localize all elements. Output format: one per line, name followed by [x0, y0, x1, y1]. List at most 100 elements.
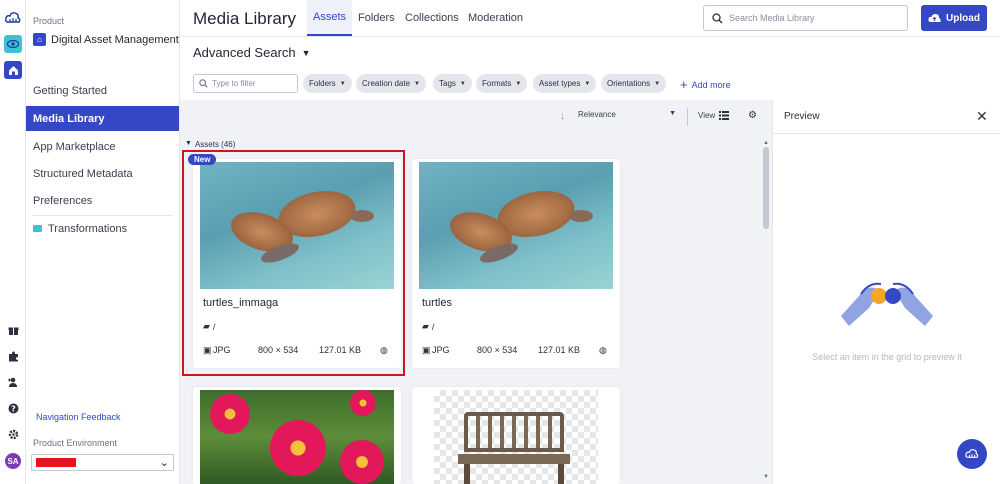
product-environment-select[interactable]: ⌄: [31, 454, 174, 471]
caret-down-icon: ▼: [654, 80, 661, 87]
chip-label: Formats: [482, 79, 512, 88]
view-toggle[interactable]: View: [698, 111, 730, 120]
page-title: Media Library: [193, 9, 296, 28]
search-input[interactable]: Search Media Library: [703, 5, 908, 31]
cloud-upload-icon: [928, 13, 941, 22]
chip-label: Orientations: [607, 79, 651, 88]
scroll-down-icon[interactable]: ▼: [763, 474, 769, 480]
help-chat-button[interactable]: [957, 439, 987, 469]
cloud-logo-icon[interactable]: [4, 9, 22, 27]
asset-card[interactable]: [193, 387, 401, 484]
product-label: Product: [33, 16, 65, 26]
advanced-search-toggle[interactable]: Advanced Search ▼: [193, 45, 311, 60]
asset-meta: ▣ JPG 800 × 534 127.01 KB ◍: [422, 345, 612, 357]
selection-highlight: [182, 150, 405, 376]
chip-label: Creation date: [362, 79, 411, 88]
sidebar-item-preferences[interactable]: Preferences: [26, 188, 179, 213]
side-nav: Product ⌂ Digital Asset Management Getti…: [26, 0, 180, 484]
tab-assets[interactable]: Assets: [307, 0, 353, 36]
scroll-up-icon[interactable]: ▲: [763, 140, 769, 146]
add-more-filters-button[interactable]: + Add more: [680, 77, 731, 92]
search-placeholder: Search Media Library: [729, 13, 815, 23]
add-more-label: Add more: [691, 79, 731, 90]
home-icon: ⌂: [33, 33, 46, 46]
eye-icon[interactable]: [4, 35, 22, 53]
sidebar-item-structured-metadata[interactable]: Structured Metadata: [26, 161, 179, 186]
chip-label: Tags: [439, 79, 456, 88]
asset-format: JPG: [432, 345, 450, 355]
sort-direction-icon[interactable]: ↓: [560, 111, 565, 122]
caret-down-icon: ▼: [185, 140, 192, 147]
chip-label: Asset types: [539, 79, 581, 88]
user-plus-icon[interactable]: [4, 373, 22, 391]
sidebar-item-getting-started[interactable]: Getting Started: [26, 78, 179, 103]
navigation-feedback-link[interactable]: Navigation Feedback: [36, 412, 121, 422]
chevron-down-icon: ⌄: [159, 457, 169, 469]
caret-down-icon: ▼: [669, 110, 676, 117]
sort-label: Relevance: [578, 110, 616, 119]
search-icon: [712, 12, 723, 23]
icon-rail: ? SA: [0, 0, 26, 484]
gear-icon[interactable]: ⚙: [748, 110, 757, 121]
top-bar: Media Library Assets Folders Collections…: [180, 0, 1000, 37]
tab-moderation[interactable]: Moderation: [462, 0, 529, 36]
caret-down-icon: ▼: [584, 80, 591, 87]
close-icon[interactable]: ✕: [976, 108, 988, 125]
filter-chip-tags[interactable]: Tags ▼: [433, 74, 472, 93]
asset-thumbnail[interactable]: [434, 390, 598, 484]
filter-chip-creation-date[interactable]: Creation date ▼: [356, 74, 426, 93]
scrollbar-thumb[interactable]: [763, 147, 769, 229]
asset-size: 127.01 KB: [538, 345, 581, 355]
assets-section-header[interactable]: ▼ Assets (46): [185, 140, 235, 149]
home-icon[interactable]: [4, 61, 22, 79]
sort-select[interactable]: Relevance ▼: [578, 110, 676, 119]
caret-down-icon: ▼: [515, 80, 522, 87]
sidebar-item-transformations[interactable]: Transformations: [26, 216, 179, 241]
chip-label: Folders: [309, 79, 336, 88]
divider: [687, 108, 688, 126]
preview-hint: Select an item in the grid to preview it: [812, 352, 962, 362]
tab-collections[interactable]: Collections: [399, 0, 465, 36]
asset-thumbnail[interactable]: [419, 162, 613, 289]
asset-name: turtles: [422, 297, 452, 309]
view-label: View: [698, 111, 716, 120]
folder-path: /: [431, 321, 435, 332]
asset-folder: ▰ /: [422, 321, 434, 332]
caret-down-icon: ▼: [459, 80, 466, 87]
filter-input[interactable]: Type to filter: [193, 74, 298, 93]
upload-button[interactable]: Upload: [921, 5, 987, 31]
asset-dimensions: 800 × 534: [477, 345, 518, 355]
caret-down-icon: ▼: [339, 80, 346, 87]
filter-chip-orientations[interactable]: Orientations ▼: [601, 74, 667, 93]
product-environment-label: Product Environment: [33, 438, 118, 448]
sidebar-item-media-library[interactable]: Media Library: [26, 106, 179, 131]
avatar[interactable]: SA: [5, 453, 21, 469]
image-icon: ▣: [422, 345, 431, 355]
asset-card[interactable]: [412, 387, 620, 484]
transformations-icon: [33, 225, 42, 232]
preview-title: Preview: [784, 111, 820, 122]
product-switcher[interactable]: ⌂ Digital Asset Management: [33, 33, 179, 46]
sidebar-item-label: Transformations: [48, 222, 128, 235]
sort-bar: ↓ Relevance ▼ View ⚙: [180, 100, 772, 132]
tab-folders[interactable]: Folders: [352, 0, 401, 36]
filter-chip-formats[interactable]: Formats ▼: [476, 74, 528, 93]
sidebar-item-app-marketplace[interactable]: App Marketplace: [26, 134, 179, 159]
globe-icon: ◍: [599, 345, 607, 355]
caret-down-icon: ▼: [414, 80, 420, 87]
gear-icon[interactable]: [4, 425, 22, 443]
cloud-logo-icon: [965, 449, 979, 458]
folder-icon: ▰: [422, 321, 429, 331]
plus-icon: +: [680, 77, 688, 92]
asset-card[interactable]: turtles ▰ / ▣ JPG 800 × 534 127.01 KB ◍: [412, 159, 620, 368]
filter-chip-asset-types[interactable]: Asset types ▼: [533, 74, 597, 93]
puzzle-icon[interactable]: [4, 347, 22, 365]
hands-illustration-icon: [841, 282, 933, 326]
gift-icon[interactable]: [4, 321, 22, 339]
asset-thumbnail[interactable]: [200, 390, 394, 484]
grid-scrollbar[interactable]: ▲ ▼: [762, 140, 770, 484]
search-icon: [199, 79, 208, 88]
filter-chip-folders[interactable]: Folders ▼: [303, 74, 352, 93]
product-name: Digital Asset Management: [51, 33, 179, 46]
help-icon[interactable]: ?: [4, 399, 22, 417]
